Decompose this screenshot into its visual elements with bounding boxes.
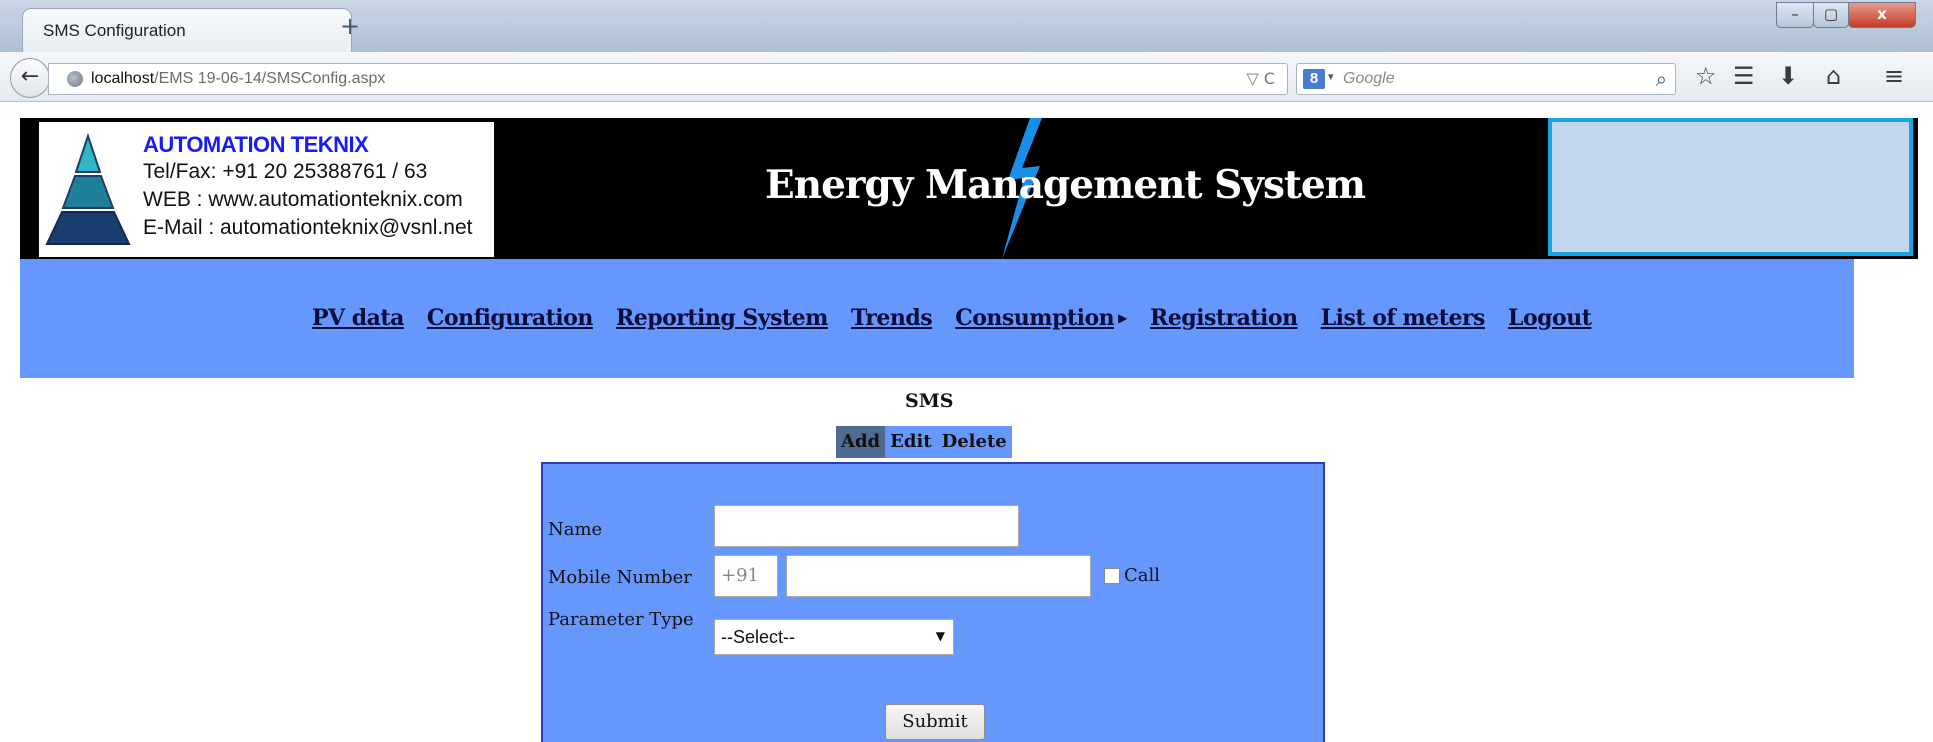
tab-delete[interactable]: Delete	[937, 426, 1012, 458]
tab-title: SMS Configuration	[43, 21, 186, 40]
sms-tabs: Add Edit Delete	[836, 426, 1012, 458]
main-menu: PV data Configuration Reporting System T…	[20, 259, 1854, 378]
company-logo-box: AUTOMATION TEKNIX Tel/Fax: +91 20 253887…	[39, 122, 494, 257]
star-bookmark-icon[interactable]: ☆	[1695, 64, 1717, 88]
submit-button[interactable]: Submit	[885, 704, 985, 740]
section-title: SMS	[905, 390, 954, 412]
new-tab-button[interactable]: +	[340, 12, 360, 40]
company-web: WEB : www.automationteknix.com	[143, 188, 463, 211]
company-name: AUTOMATION TEKNIX	[143, 132, 369, 157]
menu-item-trends[interactable]: Trends	[851, 305, 933, 331]
hamburger-menu-icon[interactable]: ≡	[1884, 64, 1904, 88]
search-magnifier-icon[interactable]: ⌕	[1656, 67, 1667, 91]
mobile-number-label: Mobile Number	[548, 567, 692, 588]
search-engine-dropdown-icon[interactable]: ▾	[1328, 70, 1334, 83]
menu-item-consumption[interactable]: Consumption	[955, 305, 1114, 331]
mobile-prefix-field[interactable]: +91	[714, 555, 778, 597]
back-arrow-icon[interactable]: ←	[10, 58, 50, 98]
menu-item-reporting-system[interactable]: Reporting System	[616, 305, 828, 331]
menu-item-pv-data[interactable]: PV data	[312, 305, 404, 331]
call-label: Call	[1124, 565, 1161, 586]
company-tel: Tel/Fax: +91 20 25388761 / 63	[143, 160, 428, 183]
url-host: localhost	[91, 70, 155, 87]
tab-add[interactable]: Add	[836, 426, 886, 458]
maximize-button[interactable]: ▢	[1813, 2, 1849, 28]
home-icon[interactable]: ⌂	[1826, 64, 1841, 88]
submenu-arrow-icon[interactable]: ▶	[1118, 311, 1127, 325]
sms-form-panel: Name Mobile Number +91 Call Parameter Ty…	[541, 462, 1325, 742]
name-input[interactable]	[714, 505, 1019, 547]
address-bar[interactable]: localhost/EMS 19-06-14/SMSConfig.aspx ▽ …	[48, 63, 1288, 95]
parameter-type-selected: --Select--	[721, 627, 796, 647]
header-right-panel	[1548, 118, 1913, 256]
search-bar[interactable]: 8 ▾ Google ⌕	[1296, 63, 1676, 95]
call-checkbox[interactable]	[1104, 568, 1120, 584]
reading-list-icon[interactable]: ☰	[1733, 64, 1755, 88]
parameter-type-label: Parameter Type	[548, 609, 694, 630]
reload-icon[interactable]: ▽ C	[1246, 69, 1275, 88]
close-window-button[interactable]: x	[1848, 2, 1916, 28]
menu-items: PV data Configuration Reporting System T…	[312, 305, 1609, 331]
system-title: Energy Management System	[765, 162, 1366, 208]
parameter-type-select[interactable]: --Select-- ▼	[714, 619, 954, 655]
browser-navbar: ← localhost/EMS 19-06-14/SMSConfig.aspx …	[0, 52, 1933, 102]
menu-item-configuration[interactable]: Configuration	[427, 305, 593, 331]
mobile-number-input[interactable]	[786, 555, 1091, 597]
page-banner: AUTOMATION TEKNIX Tel/Fax: +91 20 253887…	[20, 118, 1918, 259]
browser-tab[interactable]: SMS Configuration	[22, 8, 352, 52]
menu-item-registration[interactable]: Registration	[1150, 305, 1298, 331]
menu-item-list-of-meters[interactable]: List of meters	[1321, 305, 1486, 331]
tab-edit[interactable]: Edit	[885, 426, 936, 458]
pyramid-logo-icon	[45, 132, 131, 245]
url-path: /EMS 19-06-14/SMSConfig.aspx	[154, 70, 386, 87]
browser-titlebar: SMS Configuration + – ▢ x	[0, 0, 1933, 52]
chevron-down-icon: ▼	[935, 629, 945, 643]
company-email: E-Mail : automationteknix@vsnl.net	[143, 216, 473, 239]
minimize-button[interactable]: –	[1776, 2, 1814, 28]
header-right-panel-inner	[1552, 122, 1909, 222]
url-text: localhost/EMS 19-06-14/SMSConfig.aspx	[91, 70, 385, 88]
name-label: Name	[548, 519, 603, 540]
search-placeholder: Google	[1343, 70, 1395, 87]
google-search-engine-icon[interactable]: 8	[1303, 69, 1325, 89]
download-icon[interactable]: ⬇	[1778, 64, 1798, 88]
menu-item-logout[interactable]: Logout	[1508, 305, 1592, 331]
globe-icon	[67, 71, 83, 87]
